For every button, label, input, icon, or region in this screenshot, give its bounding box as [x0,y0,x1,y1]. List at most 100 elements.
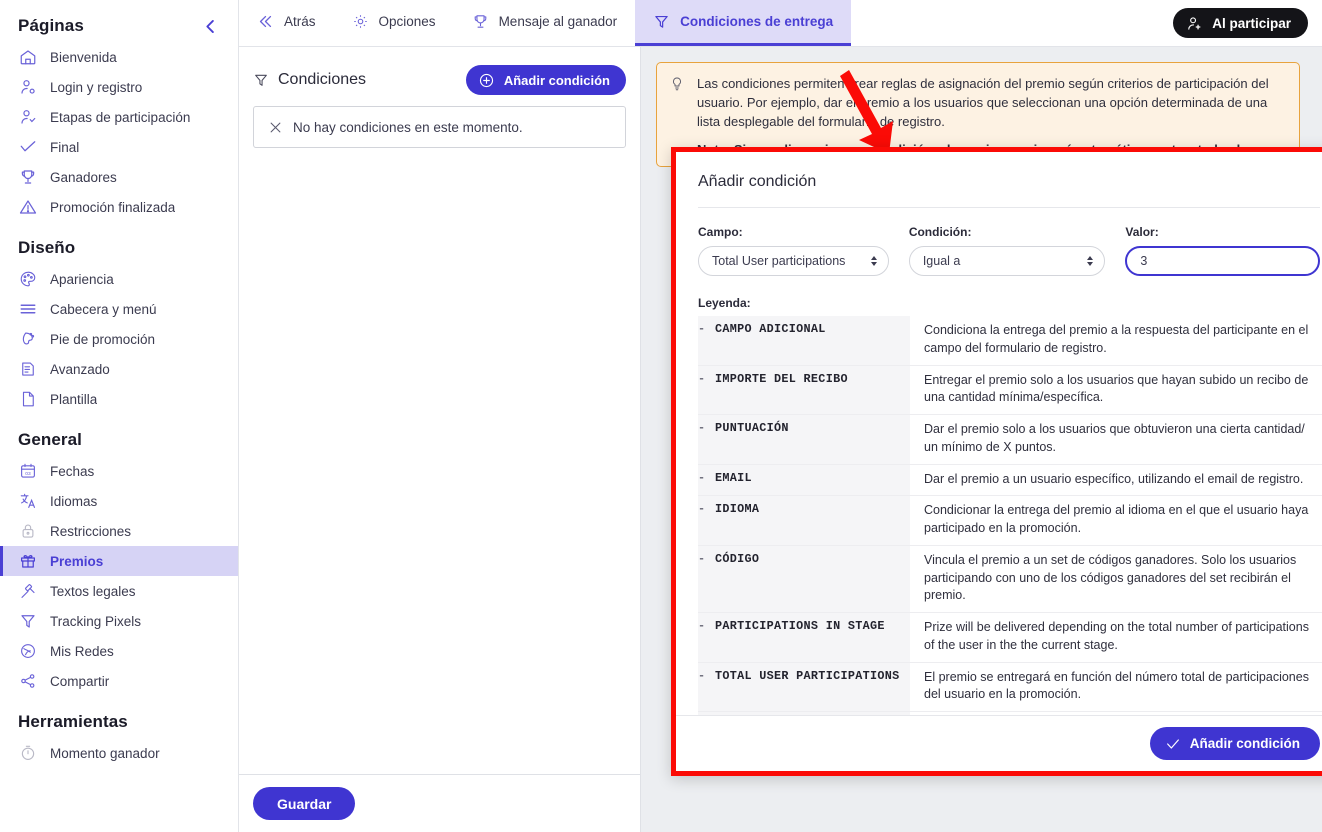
legend-row: - TOTAL USER PARTICIPATIONS El premio se e… [698,662,1322,712]
sidebar-item-etapas-de-participacion[interactable]: Etapas de participación [0,102,238,132]
sidebar-item-label: Premios [50,553,104,569]
legend-row: - IMPORTE DEL RECIBO Entregar el premio so… [698,365,1322,415]
footer-icon [18,329,38,349]
funnel-icon [253,72,269,88]
tab-condiciones-de-entrega[interactable]: Condiciones de entrega [635,0,852,46]
legend-term: - CAMPO ADICIONAL [698,316,910,366]
condicion-field: Condición: Igual a [908,225,1106,276]
user-login-icon [18,77,38,97]
sidebar-item-label: Fechas [50,463,95,479]
condicion-label: Condición: [908,225,972,239]
campo-select[interactable]: Total User participations [698,246,889,276]
legend-row: - PARTICIPATIONS IN STAGE Prize will be de… [698,612,1322,663]
sidebar-item-label: Final [50,139,80,155]
legend-description: El premio se entregará en función del nú… [910,662,1322,712]
legend-row: - PUNTUACIÓN Dar el premio solo a los usua… [698,414,1322,465]
sidebar-item-ganadores[interactable]: Ganadores [0,162,238,192]
sidebar-item-label: Compartir [50,673,110,689]
confirm-add-condition-button[interactable]: Añadir condición [1149,727,1320,760]
save-button[interactable]: Guardar [253,787,356,820]
tab-mensaje-al-ganador[interactable]: Mensaje al ganador [454,0,636,46]
legend-scroll-area[interactable]: - CAMPO ADICIONAL Condiciona la entrega de… [676,316,1322,715]
tab-atras[interactable]: Atrás [239,0,334,46]
legend-dash: - [698,502,706,517]
sidebar-item-label: Idiomas [50,493,98,509]
legend-term: - PARTICIPATIONS IN STAGE [698,612,910,663]
legend-body: - CAMPO ADICIONAL Condiciona la entrega de… [698,316,1322,715]
conditions-header: Condiciones Añadir condición [253,65,626,95]
sidebar-item-final[interactable]: Final [0,132,238,162]
legend-term-label: IDIOMA [715,502,760,517]
sidebar-item-apariencia[interactable]: Apariencia [0,264,238,294]
calendar-icon: 03 [18,461,38,481]
trophy-icon [472,13,489,30]
sidebar-item-momento-ganador[interactable]: Momento ganador [0,738,238,768]
legend-term-label: PUNTUACIÓN [715,421,789,435]
funnel-icon [18,611,38,631]
share-icon [18,671,38,691]
legend-term-label: EMAIL [715,470,752,485]
lock-icon [18,521,38,541]
sidebar-item-label: Ganadores [50,169,117,185]
menu-lines-icon [18,299,38,319]
sidebar-item-mis-redes[interactable]: Mis Redes [0,636,238,666]
legend-term-label: TOTAL USER PARTICIPATIONS [715,668,900,683]
sidebar-section-title-paginas: Páginas [18,16,84,35]
funnel-icon [653,13,670,30]
translate-icon [18,491,38,511]
sidebar-item-label: Login y registro [50,79,143,95]
sidebar-item-idiomas[interactable]: Idiomas [0,486,238,516]
add-condition-button[interactable]: Añadir condición [465,65,626,95]
legend-row: - CAMPO ADICIONAL Condiciona la entrega de… [698,316,1322,366]
legend-title: Leyenda: [698,296,751,310]
close-x-icon [268,120,283,135]
sidebar-item-label: Etapas de participación [50,109,191,125]
conditions-empty-state: No hay condiciones en este momento. [253,106,626,148]
valor-input[interactable] [1125,246,1320,276]
sidebar-item-label: Avanzado [50,361,110,377]
sidebar-item-premios[interactable]: Premios [0,546,238,576]
sidebar-item-restricciones[interactable]: Restricciones [0,516,238,546]
condicion-select[interactable]: Igual a [908,246,1106,276]
legend-dash: - [698,619,706,633]
sidebar-item-bienvenida[interactable]: Bienvenida [0,42,238,72]
conditions-empty-label: No hay condiciones en este momento. [293,119,523,135]
sidebar-section-title-general: General [18,430,83,449]
sidebar-item-compartir[interactable]: Compartir [0,666,238,696]
legend-row: - EMAIL Dar el premio a un usuario específ… [698,464,1322,497]
home-icon [18,47,38,67]
campo-label: Campo: [698,225,743,239]
legend-term: - IMPORTE DEL RECIBO [698,365,910,415]
sidebar-item-login-y-registro[interactable]: Login y registro [0,72,238,102]
svg-text:03: 03 [25,471,31,477]
al-participar-label: Al participar [1212,15,1291,31]
legend-term: - PUNTUACIÓN [698,414,910,465]
legend-term-label: CÓDIGO [715,551,760,566]
sidebar-item-promocion-finalizada[interactable]: Promoción finalizada [0,192,238,222]
sidebar-item-avanzado[interactable]: Avanzado [0,354,238,384]
conditions-panel-body: Condiciones Añadir condición No hay cond… [239,47,640,774]
globe-icon [18,641,38,661]
modal-footer: Añadir condición [676,715,1322,771]
legend-dash: - [698,371,706,386]
sidebar-item-textos-legales[interactable]: Textos legales [0,576,238,606]
tab-opciones[interactable]: Opciones [334,0,454,46]
sidebar-item-label: Restricciones [50,523,132,539]
add-condition-label: Añadir condición [503,72,610,88]
campo-field: Campo: Total User participations [698,225,889,276]
legend-row: - IDIOMA Condicionar la entrega del premio… [698,495,1322,546]
legend-description: Prize will be delivered depending on the… [910,612,1322,663]
chevron-left-icon[interactable] [201,17,220,36]
sidebar-item-fechas[interactable]: 03 Fechas [0,456,238,486]
lightbulb-icon [669,75,687,154]
sidebar-item-tracking-pixels[interactable]: Tracking Pixels [0,606,238,636]
legend-term-label: CAMPO ADICIONAL [715,322,826,336]
sidebar-item-label: Pie de promoción [50,331,156,347]
al-participar-button[interactable]: Al participar [1173,8,1308,38]
sidebar-item-cabecera-y-menu[interactable]: Cabecera y menú [0,294,238,324]
sidebar-item-plantilla[interactable]: Plantilla [0,384,238,414]
sidebar-item-pie-de-promocion[interactable]: Pie de promoción [0,324,238,354]
sidebar-item-label: Mis Redes [50,643,114,659]
tab-label: Condiciones de entrega [680,14,834,29]
